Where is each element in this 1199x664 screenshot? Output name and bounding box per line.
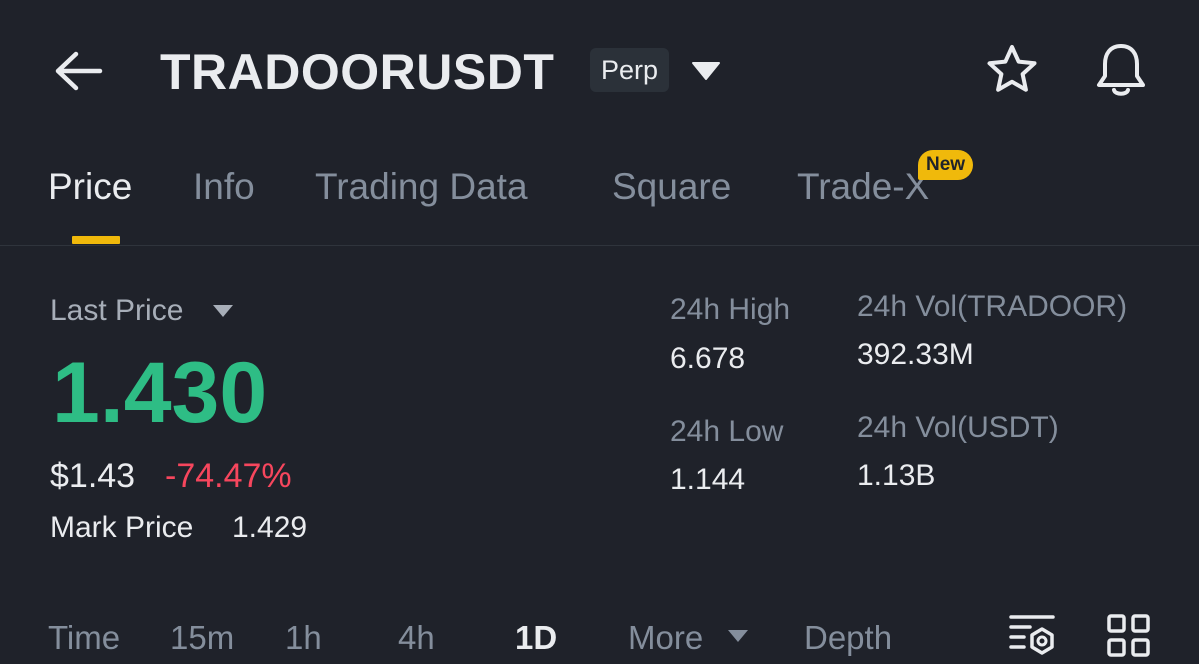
interval-time[interactable]: Time — [48, 616, 120, 660]
grid-layout-icon — [1107, 614, 1150, 657]
tabs-divider — [0, 245, 1199, 246]
tab-trading-data[interactable]: Trading Data — [315, 162, 528, 212]
new-badge: New — [918, 150, 974, 180]
mark-price-label: Mark Price — [50, 511, 194, 544]
bell-icon — [1097, 44, 1145, 96]
high-24h-value: 6.678 — [670, 342, 746, 375]
back-button[interactable] — [50, 46, 106, 96]
caret-down-icon — [728, 630, 748, 642]
last-price-label[interactable]: Last Price — [50, 292, 183, 330]
tab-trade-x[interactable]: Trade-X — [797, 162, 929, 212]
last-price-dropdown[interactable] — [210, 302, 236, 320]
indicator-settings-button[interactable] — [1008, 612, 1056, 660]
vol-base-24h-value: 392.33M — [857, 338, 974, 371]
arrow-left-icon — [55, 51, 103, 91]
caret-down-icon — [692, 62, 720, 80]
active-tab-indicator — [72, 236, 120, 244]
favorite-button[interactable] — [984, 42, 1040, 98]
contract-type-badge: Perp — [590, 48, 670, 92]
interval-4h[interactable]: 4h — [398, 616, 435, 660]
indicator-settings-icon — [1009, 615, 1055, 655]
high-24h-label: 24h High — [670, 293, 791, 326]
symbol-dropdown-button[interactable] — [690, 60, 722, 82]
layout-grid-button[interactable] — [1106, 612, 1152, 660]
last-price-value: 1.430 — [52, 345, 268, 441]
mark-price-value: 1.429 — [232, 511, 308, 544]
more-dropdown[interactable] — [726, 628, 750, 644]
interval-1d[interactable]: 1D — [515, 616, 557, 660]
interval-1h[interactable]: 1h — [285, 616, 322, 660]
vol-quote-24h-value: 1.13B — [857, 459, 936, 492]
tab-price[interactable]: Price — [48, 162, 132, 212]
vol-quote-24h-label: 24h Vol(USDT) — [857, 411, 1059, 444]
tab-info[interactable]: Info — [193, 162, 255, 212]
star-icon — [987, 45, 1037, 92]
price-change-percent: -74.47% — [165, 457, 292, 495]
symbol-title[interactable]: TRADOORUSDT — [160, 42, 554, 102]
caret-down-icon — [213, 305, 233, 317]
interval-more[interactable]: More — [628, 616, 703, 660]
depth-tab[interactable]: Depth — [804, 616, 892, 660]
low-24h-label: 24h Low — [670, 415, 784, 448]
low-24h-value: 1.144 — [670, 463, 746, 496]
interval-15m[interactable]: 15m — [170, 616, 234, 660]
tab-square[interactable]: Square — [612, 162, 731, 212]
usd-price: $1.43 — [50, 457, 136, 495]
price-alert-button[interactable] — [1092, 40, 1150, 100]
vol-base-24h-label: 24h Vol(TRADOOR) — [857, 290, 1128, 323]
